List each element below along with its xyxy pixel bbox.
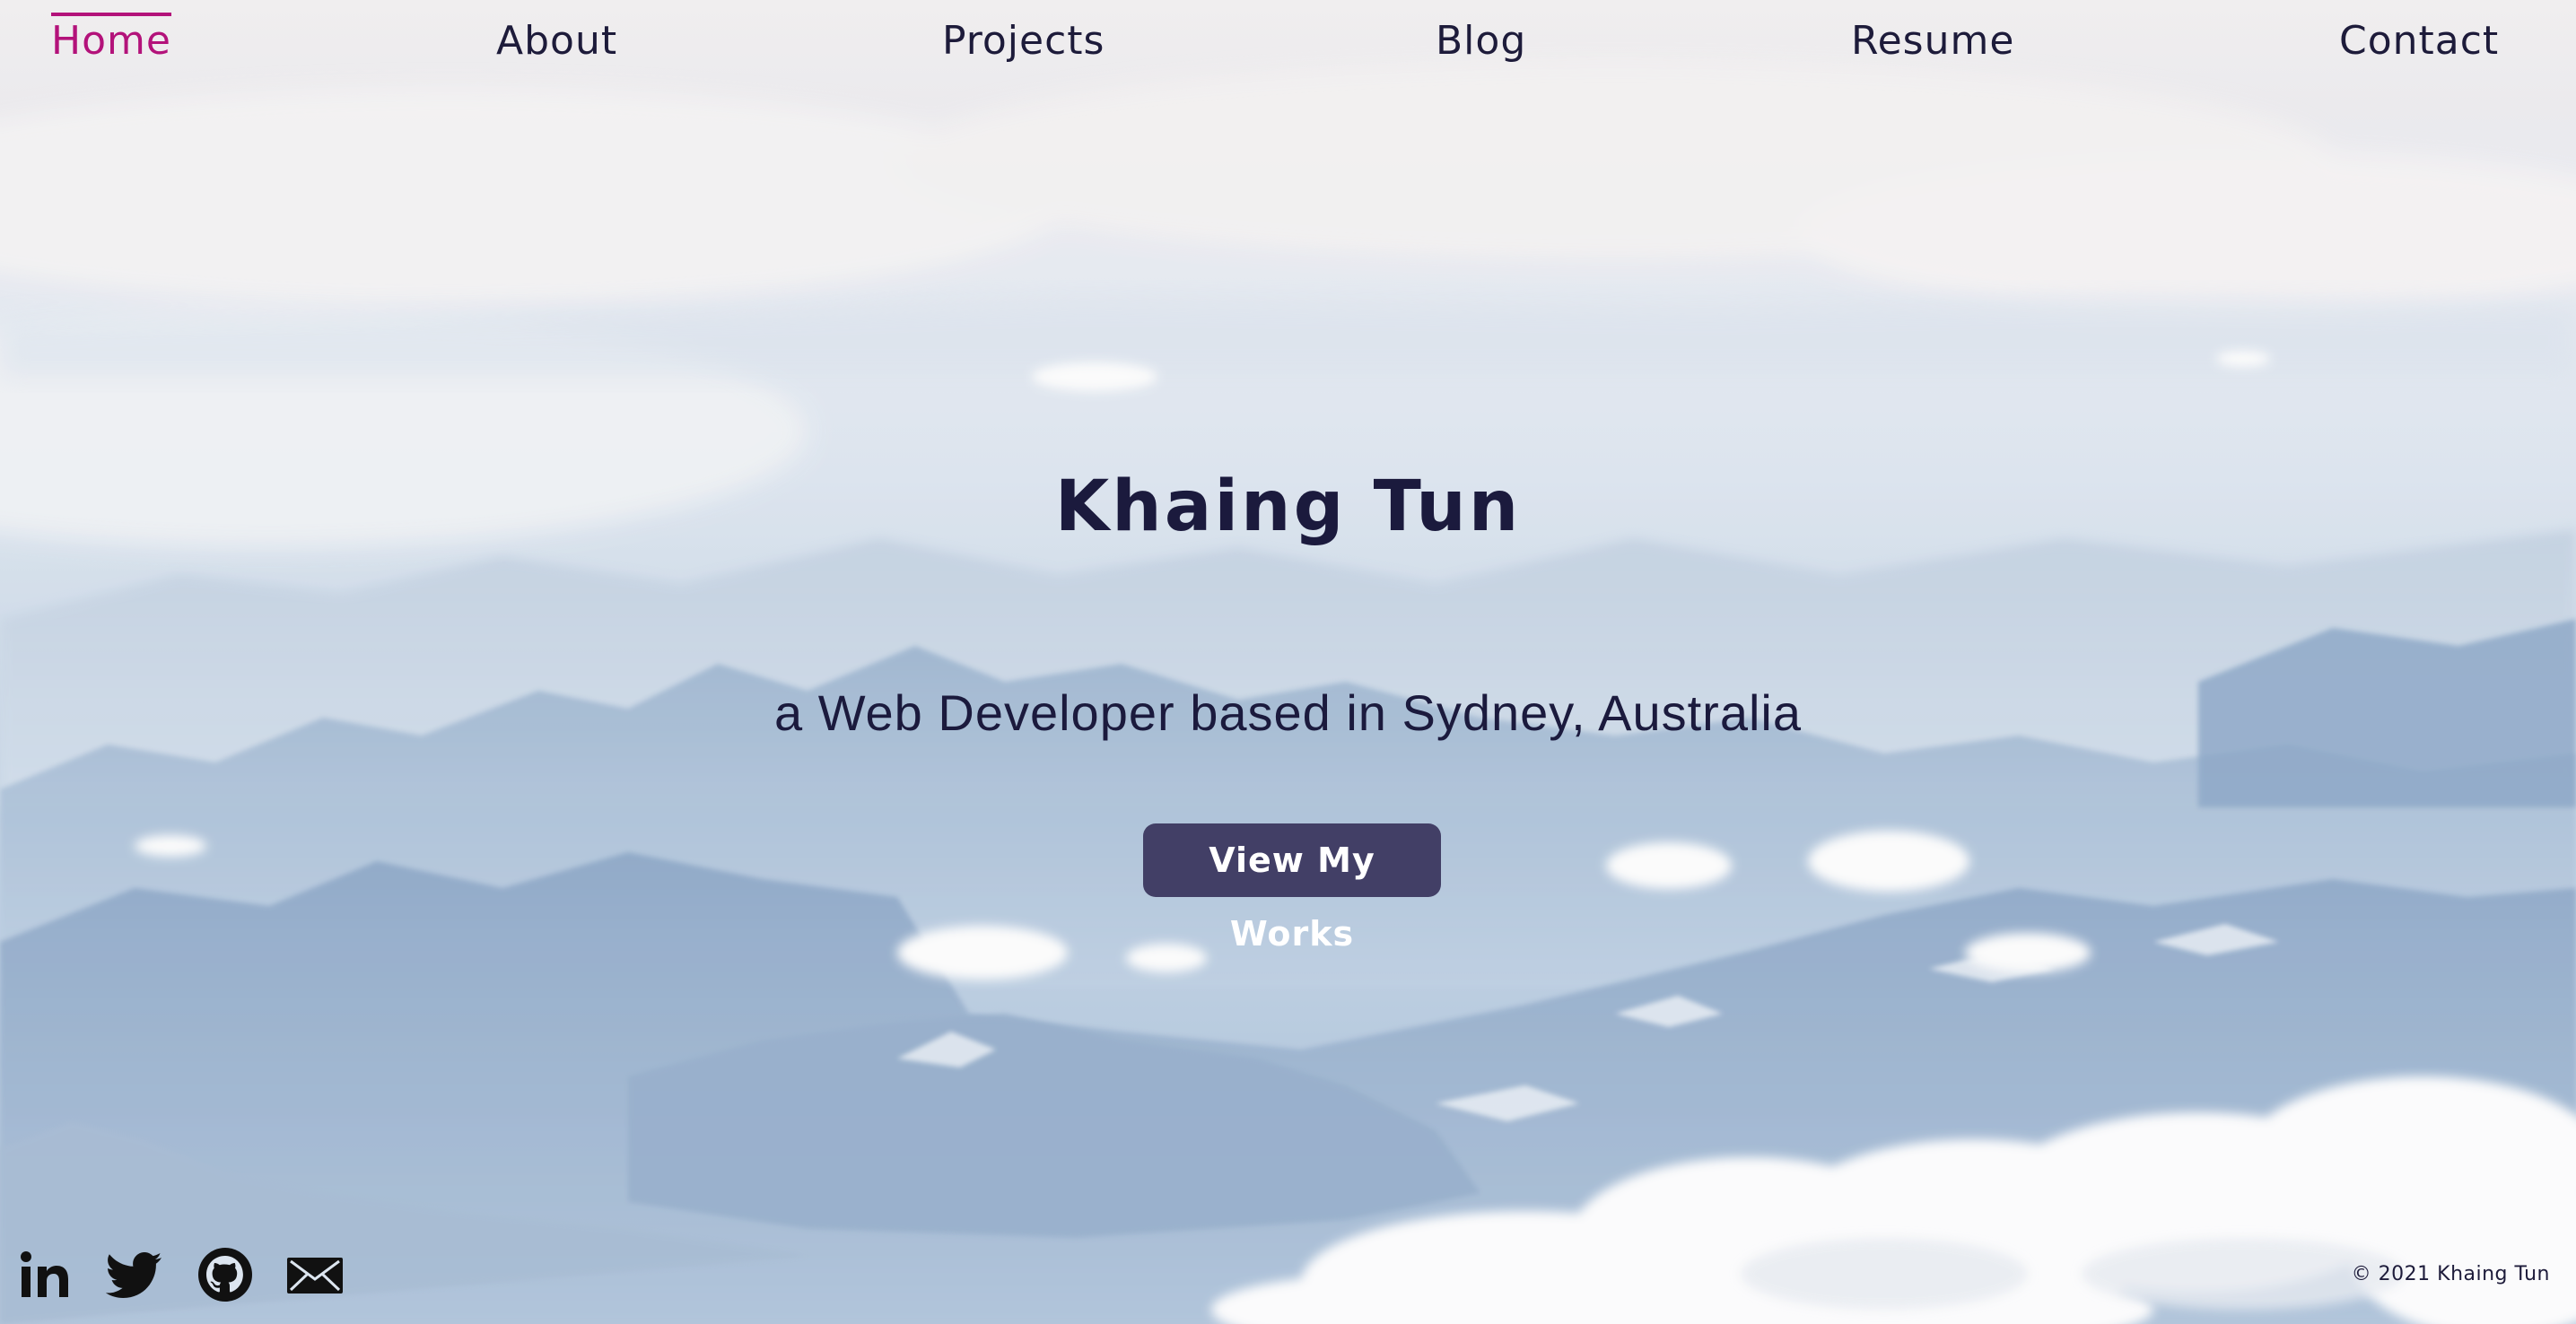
main-nav: Home About Projects Blog Resume Contact bbox=[0, 0, 2576, 90]
nav-contact-link[interactable]: Contact bbox=[2339, 14, 2499, 68]
nav-resume-link[interactable]: Resume bbox=[1851, 14, 2014, 68]
view-my-works-button[interactable]: View My Works bbox=[1143, 823, 1441, 954]
hero-title: Khaing Tun bbox=[1054, 466, 1522, 547]
twitter-icon[interactable] bbox=[106, 1245, 165, 1304]
nav-projects-link[interactable]: Projects bbox=[942, 14, 1105, 68]
nav-about-link[interactable]: About bbox=[496, 14, 617, 68]
hero-background-image bbox=[0, 0, 2576, 1324]
nav-blog-link[interactable]: Blog bbox=[1436, 14, 1526, 68]
footer-copyright: © 2021 Khaing Tun bbox=[2351, 1263, 2550, 1285]
linkedin-icon[interactable] bbox=[16, 1245, 75, 1304]
nav-home-link[interactable]: Home bbox=[51, 13, 171, 68]
github-icon[interactable] bbox=[196, 1245, 255, 1304]
home-page: Home About Projects Blog Resume Contact … bbox=[0, 0, 2576, 1324]
mail-icon[interactable] bbox=[285, 1245, 345, 1304]
hero-subtitle: a Web Developer based in Sydney, Austral… bbox=[773, 684, 1803, 741]
